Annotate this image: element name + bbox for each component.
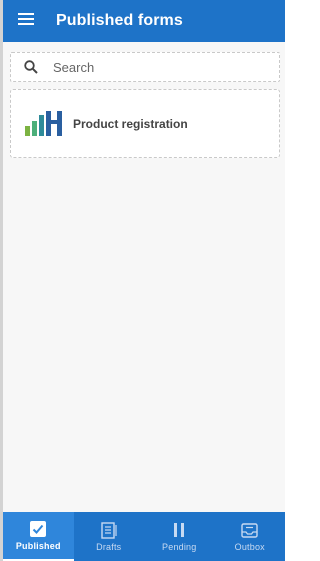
tab-published[interactable]: Published (3, 512, 74, 561)
page-title: Published forms (56, 12, 183, 29)
tab-pending[interactable]: Pending (144, 512, 215, 561)
checkbox-icon (30, 520, 47, 538)
tab-outbox-label: Outbox (234, 542, 265, 552)
menu-button[interactable] (6, 0, 46, 42)
search-bar[interactable] (10, 52, 280, 82)
tab-drafts[interactable]: Drafts (74, 512, 145, 561)
search-icon (11, 60, 51, 74)
tab-pending-label: Pending (162, 542, 197, 552)
document-icon (101, 521, 117, 539)
inbox-tray-icon (241, 521, 258, 539)
hamburger-menu-icon (18, 12, 34, 30)
app-bar: Published forms (3, 0, 285, 42)
form-list-item[interactable]: Product registration (10, 89, 280, 158)
form-name: Product registration (73, 116, 188, 131)
search-input[interactable] (53, 59, 253, 75)
tab-published-label: Published (15, 541, 61, 551)
app-screen: Published forms Product registration (0, 0, 285, 561)
bar-chart-logo-icon (25, 108, 63, 140)
pause-icon (173, 521, 185, 539)
tab-drafts-label: Drafts (96, 542, 122, 552)
bottom-navigation: Published Drafts Pending Outbox (3, 512, 285, 561)
tab-outbox[interactable]: Outbox (215, 512, 286, 561)
